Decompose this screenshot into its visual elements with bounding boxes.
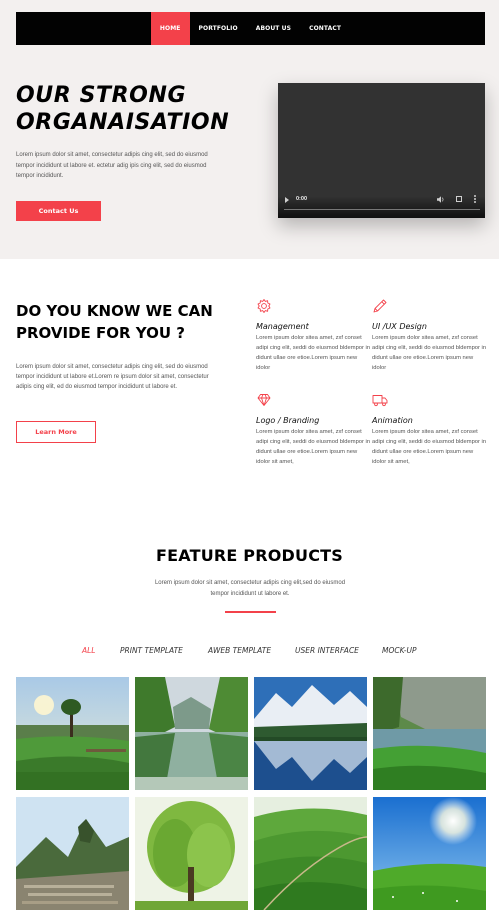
more-options-icon[interactable] bbox=[474, 195, 476, 204]
filter-all[interactable]: ALL bbox=[82, 646, 96, 655]
filter-mock-up[interactable]: MOCK-UP bbox=[382, 646, 417, 655]
nav-item-about-us[interactable]: ABOUT US bbox=[247, 12, 300, 45]
gallery-item-sunny-meadow[interactable] bbox=[373, 797, 486, 910]
filter-aweb-template[interactable]: AWEB TEMPLATE bbox=[208, 646, 271, 655]
video-controls bbox=[278, 196, 485, 218]
section-title-know: DO YOU KNOW WE CAN PROVIDE FOR YOU ? bbox=[16, 302, 213, 342]
service-ui-ux-design: UI /UX Design Lorem ipsum dolor sitea am… bbox=[372, 298, 487, 373]
service-title: Logo / Branding bbox=[256, 416, 320, 425]
service-title: UI /UX Design bbox=[372, 322, 427, 331]
portfolio-filter-bar: ALL PRINT TEMPLATE AWEB TEMPLATE USER IN… bbox=[0, 646, 499, 658]
filter-print-template[interactable]: PRINT TEMPLATE bbox=[120, 646, 183, 655]
gallery-item-cliff-lake[interactable] bbox=[373, 677, 486, 790]
video-progress-bar[interactable] bbox=[284, 209, 480, 210]
nav-item-contact[interactable]: CONTACT bbox=[300, 12, 350, 45]
mountain-ruins-image bbox=[16, 797, 129, 910]
diamond-icon bbox=[257, 394, 271, 406]
golf-course-image bbox=[16, 677, 129, 790]
gallery-item-mountain-lake[interactable] bbox=[254, 677, 367, 790]
service-title: Animation bbox=[372, 416, 413, 425]
nav-item-home[interactable]: HOME bbox=[150, 12, 190, 45]
truck-icon bbox=[372, 395, 388, 407]
gallery-item-willow-tree[interactable] bbox=[135, 797, 248, 910]
contact-us-button[interactable]: Contact Us bbox=[16, 201, 101, 221]
service-management: Management Lorem ipsum dolor sitea amet,… bbox=[256, 298, 371, 373]
fullscreen-icon[interactable] bbox=[456, 196, 462, 202]
sunny-meadow-image bbox=[373, 797, 486, 910]
main-navbar: HOME PORTFOLIO ABOUT US CONTACT bbox=[16, 12, 485, 45]
gear-icon bbox=[257, 299, 271, 313]
gallery-item-tea-hills[interactable] bbox=[254, 797, 367, 910]
feature-products-title: FEATURE PRODUCTS bbox=[155, 546, 344, 565]
gallery-item-river-valley[interactable] bbox=[135, 677, 248, 790]
nav-item-portfolio[interactable]: PORTFOLIO bbox=[190, 12, 247, 45]
cliff-lake-image bbox=[373, 677, 486, 790]
learn-more-button[interactable]: Learn More bbox=[16, 421, 96, 443]
hero-title-line2: ORGANAISATION bbox=[16, 110, 230, 135]
gallery-item-golf-course[interactable] bbox=[16, 677, 129, 790]
title-underline bbox=[225, 611, 276, 613]
volume-icon[interactable] bbox=[437, 196, 445, 203]
service-text: Lorem ipsum dolor sitea amet, zxf conset… bbox=[256, 335, 371, 371]
hero-title-line1: OUR STRONG bbox=[16, 83, 187, 108]
filter-user-interface[interactable]: USER INTERFACE bbox=[295, 646, 359, 655]
service-logo-branding: Logo / Branding Lorem ipsum dolor sitea … bbox=[256, 392, 371, 467]
service-animation: Animation Lorem ipsum dolor sitea amet, … bbox=[372, 392, 487, 467]
mountain-lake-image bbox=[254, 677, 367, 790]
know-description: Lorem ipsum dolor sit amet, consectetur … bbox=[16, 364, 209, 390]
hero-section: HOME PORTFOLIO ABOUT US CONTACT OUR STRO… bbox=[0, 0, 499, 259]
play-icon[interactable] bbox=[285, 197, 289, 203]
service-title: Management bbox=[256, 322, 309, 331]
service-text: Lorem ipsum dolor sitea amet, zxf conset… bbox=[256, 429, 371, 465]
gallery-item-mountain-ruins[interactable] bbox=[16, 797, 129, 910]
service-text: Lorem ipsum dolor sitea amet, zxf conset… bbox=[372, 335, 487, 371]
tea-hills-image bbox=[254, 797, 367, 910]
pencil-icon bbox=[373, 299, 387, 313]
video-player[interactable]: 0:00 bbox=[278, 83, 485, 218]
service-text: Lorem ipsum dolor sitea amet, zxf conset… bbox=[372, 429, 487, 465]
video-time: 0:00 bbox=[296, 196, 308, 202]
willow-tree-image bbox=[135, 797, 248, 910]
hero-title: OUR STRONG ORGANAISATION bbox=[16, 82, 256, 136]
river-valley-image bbox=[135, 677, 248, 790]
hero-description: Lorem ipsum dolor sit amet, consectetur … bbox=[16, 152, 208, 179]
feature-products-description: Lorem ipsum dolor sit amet, consectetur … bbox=[154, 580, 346, 597]
